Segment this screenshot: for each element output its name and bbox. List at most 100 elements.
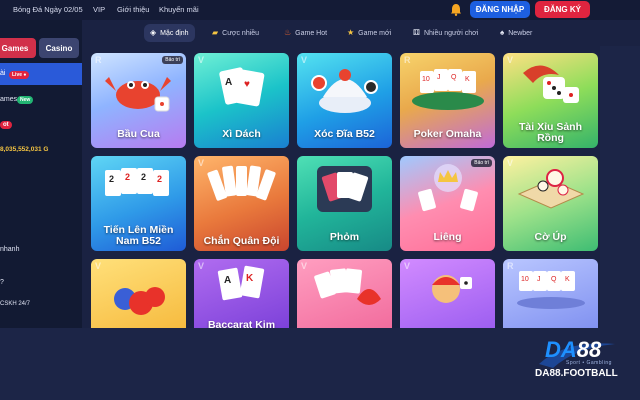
sidebar-item-cskh[interactable]: CSKH 24/7 <box>0 301 30 307</box>
provider-mark: V <box>507 55 514 65</box>
game-title: Liêng <box>433 230 462 243</box>
game-title: Chắn Quân Đội <box>203 234 280 247</box>
maintenance-badge: Bảo trì <box>471 159 492 167</box>
star-icon: ★ <box>347 28 355 37</box>
provider-mark: V <box>198 55 205 65</box>
balance-value: 8,035,552,031 G <box>0 146 49 153</box>
tab-game-moi[interactable]: ★ Game mới <box>341 24 397 42</box>
maintenance-badge: Bảo trì <box>162 56 183 64</box>
svg-text:J: J <box>537 276 541 283</box>
provider-mark: R <box>95 55 102 65</box>
game-card-fruits[interactable]: V <box>91 259 186 328</box>
provider-mark: V <box>198 158 205 168</box>
hot-badge: ot <box>0 121 12 129</box>
login-button[interactable]: ĐĂNG NHẬP <box>470 1 530 18</box>
svg-text:A: A <box>224 275 231 286</box>
tab-newber[interactable]: ♠ Newber <box>494 24 538 42</box>
game-card-poker-table[interactable]: 10 J Q K R <box>503 259 598 328</box>
game-title: Tài Xỉu Sảnh Rồng <box>518 120 582 144</box>
logo-text-da: DA <box>545 337 577 362</box>
game-card-xoc-dia[interactable]: V Xóc Đĩa B52 <box>297 53 392 148</box>
svg-text:10: 10 <box>521 276 529 283</box>
svg-text:♥: ♥ <box>244 79 250 90</box>
game-card-xi-dach[interactable]: A ♥ V Xì Dách <box>194 53 289 148</box>
svg-text:K: K <box>465 76 470 83</box>
provider-mark: V <box>95 261 102 271</box>
royal-cards-icon: 10 J Q K <box>517 271 585 309</box>
logo-text-88: 88 <box>576 337 602 362</box>
svg-text:10: 10 <box>422 76 430 83</box>
sidebar: Games Casino ài Live ● ames New ot 8,035… <box>0 20 82 328</box>
dice-icon: ⚅ <box>413 28 420 37</box>
bell-icon[interactable] <box>450 3 462 16</box>
nav-item-khuyen-mai[interactable]: Khuyến mãi <box>159 5 199 14</box>
game-card-character[interactable]: V <box>400 259 495 328</box>
game-title: Xóc Đĩa B52 <box>314 127 375 140</box>
game-card-chan-quan-doi[interactable]: V Chắn Quân Đội <box>194 156 289 251</box>
game-card-tien-len[interactable]: 2 2 2 2 Tiến Lên Miền Nam B52 <box>91 156 186 251</box>
character-icon <box>432 275 472 303</box>
top-bar: Bóng Đá Ngày 02/05 VIP Giới thiệu Khuyến… <box>0 0 640 20</box>
game-grid: R Bảo trì Bầu Cua A ♥ V Xì Dách V Xóc Đĩ… <box>82 46 600 328</box>
provider-mark: V <box>301 55 308 65</box>
game-category-tabs: ◈ Mặc định ▰ Cược nhiều ♨ Game Hot ★ Gam… <box>82 20 640 46</box>
spade-icon: ♠ <box>500 28 505 37</box>
provider-mark: V <box>301 261 308 271</box>
new-badge: New <box>17 96 34 104</box>
game-card-cards-pink[interactable]: V <box>297 259 392 328</box>
fruit-icon <box>114 287 165 315</box>
svg-text:2: 2 <box>157 174 162 184</box>
game-card-co-up[interactable]: V Cờ Úp <box>503 156 598 251</box>
tab-label: Nhiều người chơi <box>423 29 479 37</box>
game-title: Poker Omaha <box>413 127 482 140</box>
sidebar-item-nhanh[interactable]: nhanh <box>0 246 19 253</box>
sidebar-item-question[interactable]: ? <box>0 279 4 286</box>
provider-mark: R <box>507 261 514 271</box>
svg-text:K: K <box>565 276 570 283</box>
tab-label: Mặc định <box>160 29 189 37</box>
tab-cuoc-nhieu[interactable]: ▰ Cược nhiều <box>206 24 265 42</box>
coins-icon: ▰ <box>212 28 219 37</box>
sidebar-item-games[interactable]: ames <box>0 96 17 103</box>
tab-label: Game Hot <box>295 29 328 37</box>
provider-mark: V <box>507 158 514 168</box>
game-card-poker-omaha[interactable]: 10 J Q K R Poker Omaha <box>400 53 495 148</box>
tab-casino[interactable]: Casino <box>39 38 79 58</box>
svg-text:2: 2 <box>109 174 114 184</box>
tab-nhieu-nguoi-choi[interactable]: ⚅ Nhiều người chơi <box>407 24 484 42</box>
tab-game-hot[interactable]: ♨ Game Hot <box>278 24 333 42</box>
grid-icon: ◈ <box>150 28 157 37</box>
game-card-lieng[interactable]: Bảo trì Liêng <box>400 156 495 251</box>
svg-text:K: K <box>246 273 254 284</box>
game-title: Bầu Cua <box>117 127 160 140</box>
tab-games[interactable]: Games <box>0 38 36 58</box>
nav-item-bong-da[interactable]: Bóng Đá Ngày 02/05 <box>13 5 83 14</box>
provider-mark: V <box>404 261 411 271</box>
tab-mac-dinh[interactable]: ◈ Mặc định <box>144 24 195 42</box>
game-title: Tiến Lên Miền Nam B52 <box>103 223 174 247</box>
baccarat-cards-icon: A K <box>217 265 265 301</box>
game-card-bau-cua[interactable]: R Bảo trì Bầu Cua <box>91 53 186 148</box>
svg-text:Q: Q <box>451 74 457 81</box>
game-title: Xì Dách <box>222 127 261 140</box>
register-button[interactable]: ĐĂNG KÝ <box>535 1 590 18</box>
spade-cards-icon <box>314 268 381 305</box>
logo-tagline: Sport • Gambling <box>566 360 612 366</box>
nav-item-gioi-thieu[interactable]: Giới thiệu <box>117 5 149 14</box>
tab-label: Newber <box>508 29 533 37</box>
nav-item-vip[interactable]: VIP <box>93 5 105 14</box>
live-badge: Live ● <box>9 71 30 79</box>
svg-text:J: J <box>437 74 441 81</box>
svg-text:2: 2 <box>125 172 130 182</box>
tab-label: Game mới <box>358 29 392 37</box>
game-title: Baccarat Kim <box>207 319 276 328</box>
svg-text:A: A <box>225 77 232 88</box>
provider-mark: R <box>404 55 411 65</box>
tab-label: Cược nhiều <box>222 29 260 37</box>
game-card-tai-xiu[interactable]: V Tài Xỉu Sảnh Rồng <box>503 53 598 148</box>
game-title: Phỏm <box>329 230 360 243</box>
game-title: Cờ Úp <box>534 230 567 243</box>
game-card-phom[interactable]: Phỏm <box>297 156 392 251</box>
logo-domain: DA88.FOOTBALL <box>535 368 618 379</box>
game-card-baccarat-kim[interactable]: A K V Baccarat Kim <box>194 259 289 328</box>
